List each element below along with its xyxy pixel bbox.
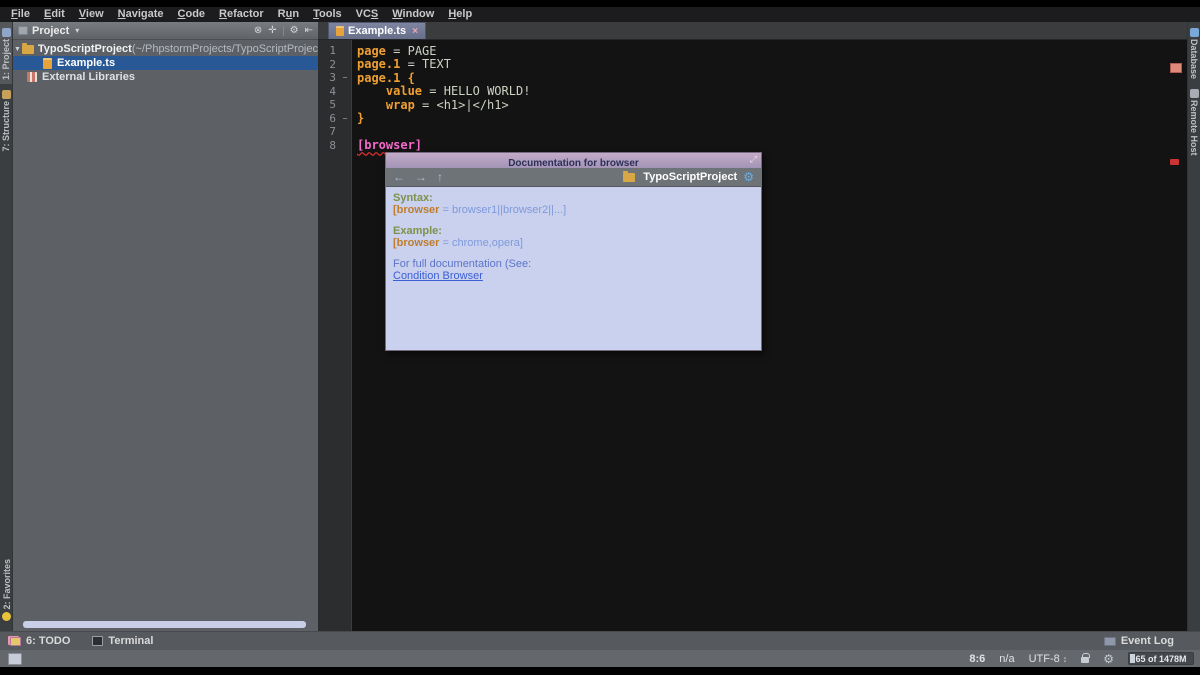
code-line: 3−page.1 { <box>318 71 1187 85</box>
popup-title-bar[interactable]: Documentation for browser ⤢ <box>386 153 761 168</box>
tree-row-project-root[interactable]: ▼ TypoScriptProject (~/PhpstormProjects/… <box>13 42 318 56</box>
bottom-toolwindow-bar: 6: TODO Terminal Event Log <box>0 631 1200 650</box>
error-stripe-mark[interactable] <box>1170 63 1182 73</box>
chevron-down-icon[interactable]: ▾ <box>75 26 79 35</box>
popup-title: Documentation for browser <box>508 158 639 169</box>
remote-host-icon <box>1190 89 1199 98</box>
menu-edit[interactable]: Edit <box>37 7 72 22</box>
code-line: 6−} <box>318 112 1187 126</box>
menu-refactor[interactable]: Refactor <box>212 7 271 22</box>
toolwindow-button-project[interactable]: 1: Project <box>0 22 12 84</box>
menu-tools[interactable]: Tools <box>306 7 349 22</box>
memory-usage-bar <box>1130 654 1135 663</box>
up-icon[interactable]: ↑ <box>437 170 443 184</box>
inspections-hector-icon[interactable]: ⚙ <box>1103 653 1114 665</box>
favorites-star-icon <box>2 612 11 621</box>
toolwindow-button-structure[interactable]: 7: Structure <box>0 84 12 156</box>
code-line: 5 wrap = <h1>|</h1> <box>318 98 1187 112</box>
fold-marker-icon[interactable]: − <box>338 114 352 123</box>
menu-run[interactable]: Run <box>271 7 306 22</box>
project-tool-window: Project ▾ ⊗ ✛ ⚙ ⇤ ▼ TypoScriptProject (~… <box>13 22 318 631</box>
fold-marker-icon[interactable]: − <box>338 73 352 82</box>
project-view-dropdown[interactable]: Project <box>32 25 69 37</box>
gear-icon[interactable]: ⚙ <box>743 170 754 184</box>
lock-icon <box>1081 657 1089 663</box>
typoscript-file-icon <box>43 58 52 69</box>
caret-position-widget[interactable]: 8:6 <box>969 653 985 665</box>
project-toolwindow-icon <box>2 28 11 37</box>
code-line: 2page.1 = TEXT <box>318 58 1187 72</box>
error-stripe-mark[interactable] <box>1170 159 1179 165</box>
restore-popup-icon[interactable]: ⤢ <box>750 154 757 165</box>
project-folder-icon <box>623 173 635 182</box>
toolwindow-button-terminal[interactable]: Terminal <box>92 635 153 647</box>
terminal-icon <box>92 636 103 646</box>
hide-panel-icon[interactable]: ⇤ <box>305 25 313 36</box>
tab-close-icon[interactable]: × <box>412 26 418 37</box>
error-token-browser: [browser] <box>357 138 422 152</box>
close-icon[interactable]: ⊗ <box>254 25 262 36</box>
back-icon[interactable]: ← <box>393 170 405 184</box>
project-panel-header: Project ▾ ⊗ ✛ ⚙ ⇤ <box>13 22 318 40</box>
locate-icon[interactable]: ✛ <box>268 25 276 36</box>
gear-icon[interactable]: ⚙ <box>290 25 299 36</box>
project-tree: ▼ TypoScriptProject (~/PhpstormProjects/… <box>13 40 318 84</box>
tree-row-external-libraries[interactable]: External Libraries <box>13 70 318 84</box>
menu-window[interactable]: Window <box>385 7 441 22</box>
toolwindow-button-database[interactable]: Database <box>1188 22 1200 83</box>
menu-file[interactable]: File <box>4 7 37 22</box>
tab-example-ts[interactable]: Example.ts × <box>328 22 426 39</box>
menu-help[interactable]: Help <box>441 7 479 22</box>
structure-toolwindow-icon <box>2 90 11 99</box>
code-line: 1page = PAGE <box>318 44 1187 58</box>
right-tool-strip: Database Remote Host <box>1187 22 1200 631</box>
expand-arrow-icon[interactable]: ▼ <box>13 46 22 53</box>
database-icon <box>1190 28 1199 37</box>
memory-indicator[interactable]: 65 of 1478M <box>1128 652 1194 665</box>
chevron-updown-icon: ↕ <box>1063 654 1068 664</box>
toolbar-divider <box>283 26 284 36</box>
libraries-icon <box>27 72 37 82</box>
documentation-popup: Documentation for browser ⤢ ← → ↑ TypoSc… <box>385 152 762 351</box>
status-bar: 8:6 n/a UTF-8 ↕ ⚙ 65 of 1478M <box>0 650 1200 667</box>
code-line: 7 <box>318 125 1187 139</box>
menu-navigate[interactable]: Navigate <box>111 7 171 22</box>
folder-icon <box>22 45 34 54</box>
editor-tab-bar: Example.ts × <box>318 22 1187 40</box>
doc-syntax-code: [browser = browser1||browser2||...] <box>393 205 754 217</box>
todo-icon <box>10 637 21 646</box>
toolwindow-button-favorites[interactable]: 2: Favorites <box>0 555 13 627</box>
toolwindow-toggle-icon[interactable] <box>8 653 22 665</box>
documentation-content: Syntax: [browser = browser1||browser2||.… <box>386 187 761 350</box>
left-tool-strip: 1: Project 7: Structure 2: Favorites <box>0 22 13 631</box>
popup-toolbar: ← → ↑ TypoScriptProject ⚙ <box>386 168 761 187</box>
menu-vcs[interactable]: VCS <box>349 7 386 22</box>
code-line: 8[browser] <box>318 139 1187 153</box>
forward-icon[interactable]: → <box>415 170 427 184</box>
menu-view[interactable]: View <box>72 7 111 22</box>
tree-row-example-file[interactable]: Example.ts <box>13 56 318 70</box>
line-ending-widget[interactable]: n/a <box>999 653 1014 665</box>
doc-example-code: [browser = chrome,opera] <box>393 238 754 250</box>
typoscript-file-icon <box>336 26 344 36</box>
popup-project-label: TypoScriptProject <box>643 171 737 183</box>
toolwindow-button-todo[interactable]: 6: TODO <box>10 635 70 647</box>
code-lines: 1page = PAGE 2page.1 = TEXT 3−page.1 { 4… <box>318 44 1187 152</box>
event-log-icon <box>1104 637 1116 646</box>
condition-browser-link[interactable]: Condition Browser <box>393 270 483 282</box>
encoding-widget[interactable]: UTF-8 ↕ <box>1029 653 1068 665</box>
code-line: 4 value = HELLO WORLD! <box>318 85 1187 99</box>
menu-bar: File Edit View Navigate Code Refactor Ru… <box>0 7 1200 22</box>
project-panel-horizontal-scrollbar[interactable] <box>23 621 306 628</box>
toolwindow-button-remote-host[interactable]: Remote Host <box>1188 83 1200 160</box>
lock-toggle[interactable] <box>1081 654 1089 663</box>
menu-code[interactable]: Code <box>171 7 213 22</box>
toolwindow-button-event-log[interactable]: Event Log <box>1104 635 1174 647</box>
project-panel-icon <box>18 26 28 35</box>
ide-window: File Edit View Navigate Code Refactor Ru… <box>0 7 1200 667</box>
